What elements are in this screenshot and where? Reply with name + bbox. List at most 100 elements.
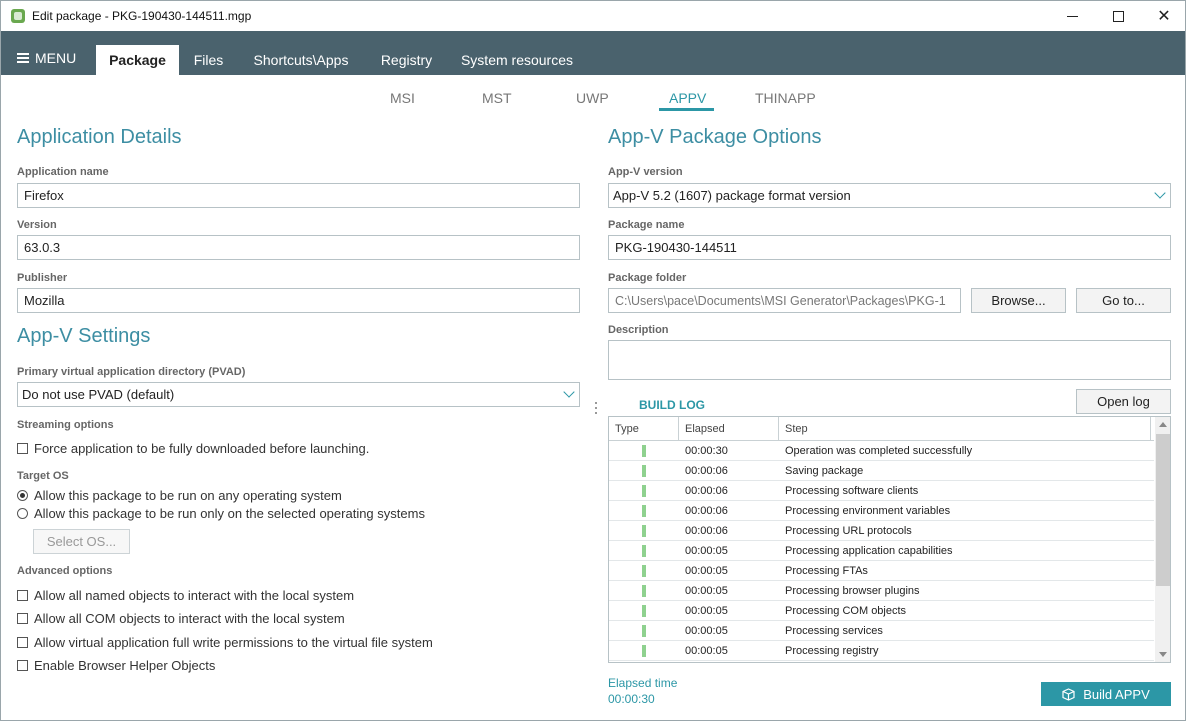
appv-settings-title: App-V Settings — [17, 325, 151, 347]
streaming-options-label: Streaming options — [17, 419, 114, 431]
scroll-up-icon[interactable] — [1159, 422, 1167, 427]
build-appv-button[interactable]: Build APPV — [1041, 682, 1171, 706]
scrollbar-thumb[interactable] — [1156, 434, 1170, 586]
minimize-button[interactable] — [1049, 1, 1095, 31]
subtab-mst[interactable]: MST — [482, 90, 512, 106]
adv-named-objects-row[interactable]: Allow all named objects to interact with… — [17, 588, 354, 603]
application-name-label: Application name — [17, 166, 109, 178]
hamburger-icon — [17, 53, 29, 63]
force-download-checkbox[interactable] — [17, 443, 28, 454]
subtab-appv[interactable]: APPV — [669, 90, 706, 106]
adv-write-permissions-row[interactable]: Allow virtual application full write per… — [17, 635, 433, 650]
row-step: Processing services — [785, 625, 883, 637]
column-header-step[interactable]: Step — [779, 417, 1151, 441]
appv-version-selected-value: App-V 5.2 (1607) package format version — [613, 188, 851, 203]
adv-bho-row[interactable]: Enable Browser Helper Objects — [17, 658, 215, 673]
row-step: Processing registry — [785, 645, 879, 657]
os-any-radio-row[interactable]: Allow this package to be run on any oper… — [17, 488, 342, 503]
scroll-down-icon[interactable] — [1159, 652, 1167, 657]
force-download-checkbox-row[interactable]: Force application to be fully downloaded… — [17, 441, 369, 456]
table-row[interactable]: 00:00:05 Processing browser plugins — [609, 581, 1154, 601]
build-log-scrollbar[interactable] — [1155, 417, 1170, 662]
select-os-button[interactable]: Select OS... — [33, 529, 130, 554]
close-button[interactable]: ✕ — [1141, 1, 1186, 31]
subtab-thinapp[interactable]: THINAPP — [755, 90, 816, 106]
os-any-radio[interactable] — [17, 490, 28, 501]
success-indicator-icon — [642, 625, 646, 637]
row-elapsed: 00:00:05 — [685, 625, 728, 637]
table-row[interactable]: 00:00:05 Processing registry — [609, 641, 1154, 661]
force-download-label: Force application to be fully downloaded… — [34, 441, 370, 456]
appv-version-label: App-V version — [608, 166, 683, 178]
adv-com-objects-checkbox[interactable] — [17, 613, 28, 624]
os-selected-radio[interactable] — [17, 508, 28, 519]
table-row[interactable]: 00:00:06 Processing environment variables — [609, 501, 1154, 521]
table-row[interactable]: 00:00:05 Processing services — [609, 621, 1154, 641]
success-indicator-icon — [642, 485, 646, 497]
adv-named-objects-label: Allow all named objects to interact with… — [34, 588, 355, 603]
application-details-title: Application Details — [17, 126, 182, 148]
success-indicator-icon — [642, 645, 646, 657]
adv-bho-checkbox[interactable] — [17, 660, 28, 671]
application-name-input[interactable]: Firefox — [17, 183, 580, 208]
app-logo-icon — [11, 9, 25, 23]
adv-write-permissions-checkbox[interactable] — [17, 637, 28, 648]
table-row[interactable]: 00:00:05 Processing FTAs — [609, 561, 1154, 581]
target-os-label: Target OS — [17, 470, 69, 482]
row-elapsed: 00:00:05 — [685, 605, 728, 617]
adv-com-objects-row[interactable]: Allow all COM objects to interact with t… — [17, 611, 345, 626]
os-selected-radio-row[interactable]: Allow this package to be run only on the… — [17, 506, 425, 521]
subtab-uwp[interactable]: UWP — [576, 90, 609, 106]
goto-button[interactable]: Go to... — [1076, 288, 1171, 313]
tab-system-resources[interactable]: System resources — [451, 45, 583, 75]
row-elapsed: 00:00:06 — [685, 505, 728, 517]
table-row[interactable]: 00:00:06 Processing URL protocols — [609, 521, 1154, 541]
open-log-button[interactable]: Open log — [1076, 389, 1171, 414]
adv-write-permissions-label: Allow virtual application full write per… — [34, 635, 433, 650]
menu-label: MENU — [35, 50, 77, 66]
package-name-input[interactable]: PKG-190430-144511 — [608, 235, 1171, 260]
package-folder-input[interactable]: C:\Users\pace\Documents\MSI Generator\Pa… — [608, 288, 961, 313]
top-navigation: MENU Package Files Shortcuts\Apps Regist… — [1, 31, 1185, 75]
version-label: Version — [17, 219, 57, 231]
package-options-title: App-V Package Options — [608, 126, 822, 148]
adv-named-objects-checkbox[interactable] — [17, 590, 28, 601]
adv-bho-label: Enable Browser Helper Objects — [34, 658, 216, 673]
minimize-icon — [1066, 15, 1078, 17]
row-elapsed: 00:00:05 — [685, 585, 728, 597]
os-selected-label: Allow this package to be run only on the… — [34, 506, 425, 521]
version-input[interactable]: 63.0.3 — [17, 235, 580, 260]
tab-files[interactable]: Files — [181, 45, 236, 75]
row-step: Processing software clients — [785, 485, 919, 497]
os-any-label: Allow this package to be run on any oper… — [34, 488, 342, 503]
column-header-type[interactable]: Type — [609, 417, 679, 441]
panel-splitter-handle[interactable] — [594, 402, 598, 416]
package-name-label: Package name — [608, 219, 685, 231]
row-elapsed: 00:00:06 — [685, 485, 728, 497]
pvad-select[interactable]: Do not use PVAD (default) — [17, 382, 580, 407]
menu-button[interactable]: MENU — [17, 50, 76, 66]
tab-package[interactable]: Package — [96, 45, 179, 75]
tab-registry[interactable]: Registry — [369, 45, 444, 75]
elapsed-time-label: Elapsed time — [608, 676, 678, 690]
table-row[interactable]: 00:00:06 Saving package — [609, 461, 1154, 481]
browse-button[interactable]: Browse... — [971, 288, 1066, 313]
table-row[interactable]: 00:00:05 Processing COM objects — [609, 601, 1154, 621]
row-step: Operation was completed successfully — [785, 445, 973, 457]
row-step: Processing URL protocols — [785, 525, 912, 537]
success-indicator-icon — [642, 505, 646, 517]
advanced-options-label: Advanced options — [17, 565, 113, 577]
adv-com-objects-label: Allow all COM objects to interact with t… — [34, 611, 345, 626]
package-cube-icon — [1062, 687, 1075, 701]
tab-shortcuts-apps[interactable]: Shortcuts\Apps — [241, 45, 361, 75]
table-row[interactable]: 00:00:30 Operation was completed successf… — [609, 441, 1154, 461]
publisher-input[interactable]: Mozilla — [17, 288, 580, 313]
table-row[interactable]: 00:00:05 Processing application capabilit… — [609, 541, 1154, 561]
column-header-elapsed[interactable]: Elapsed — [679, 417, 779, 441]
row-elapsed: 00:00:05 — [685, 645, 728, 657]
description-input[interactable] — [608, 340, 1171, 380]
table-row[interactable]: 00:00:06 Processing software clients — [609, 481, 1154, 501]
subtab-msi[interactable]: MSI — [390, 90, 415, 106]
maximize-button[interactable] — [1095, 1, 1141, 31]
appv-version-select[interactable]: App-V 5.2 (1607) package format version — [608, 183, 1171, 208]
